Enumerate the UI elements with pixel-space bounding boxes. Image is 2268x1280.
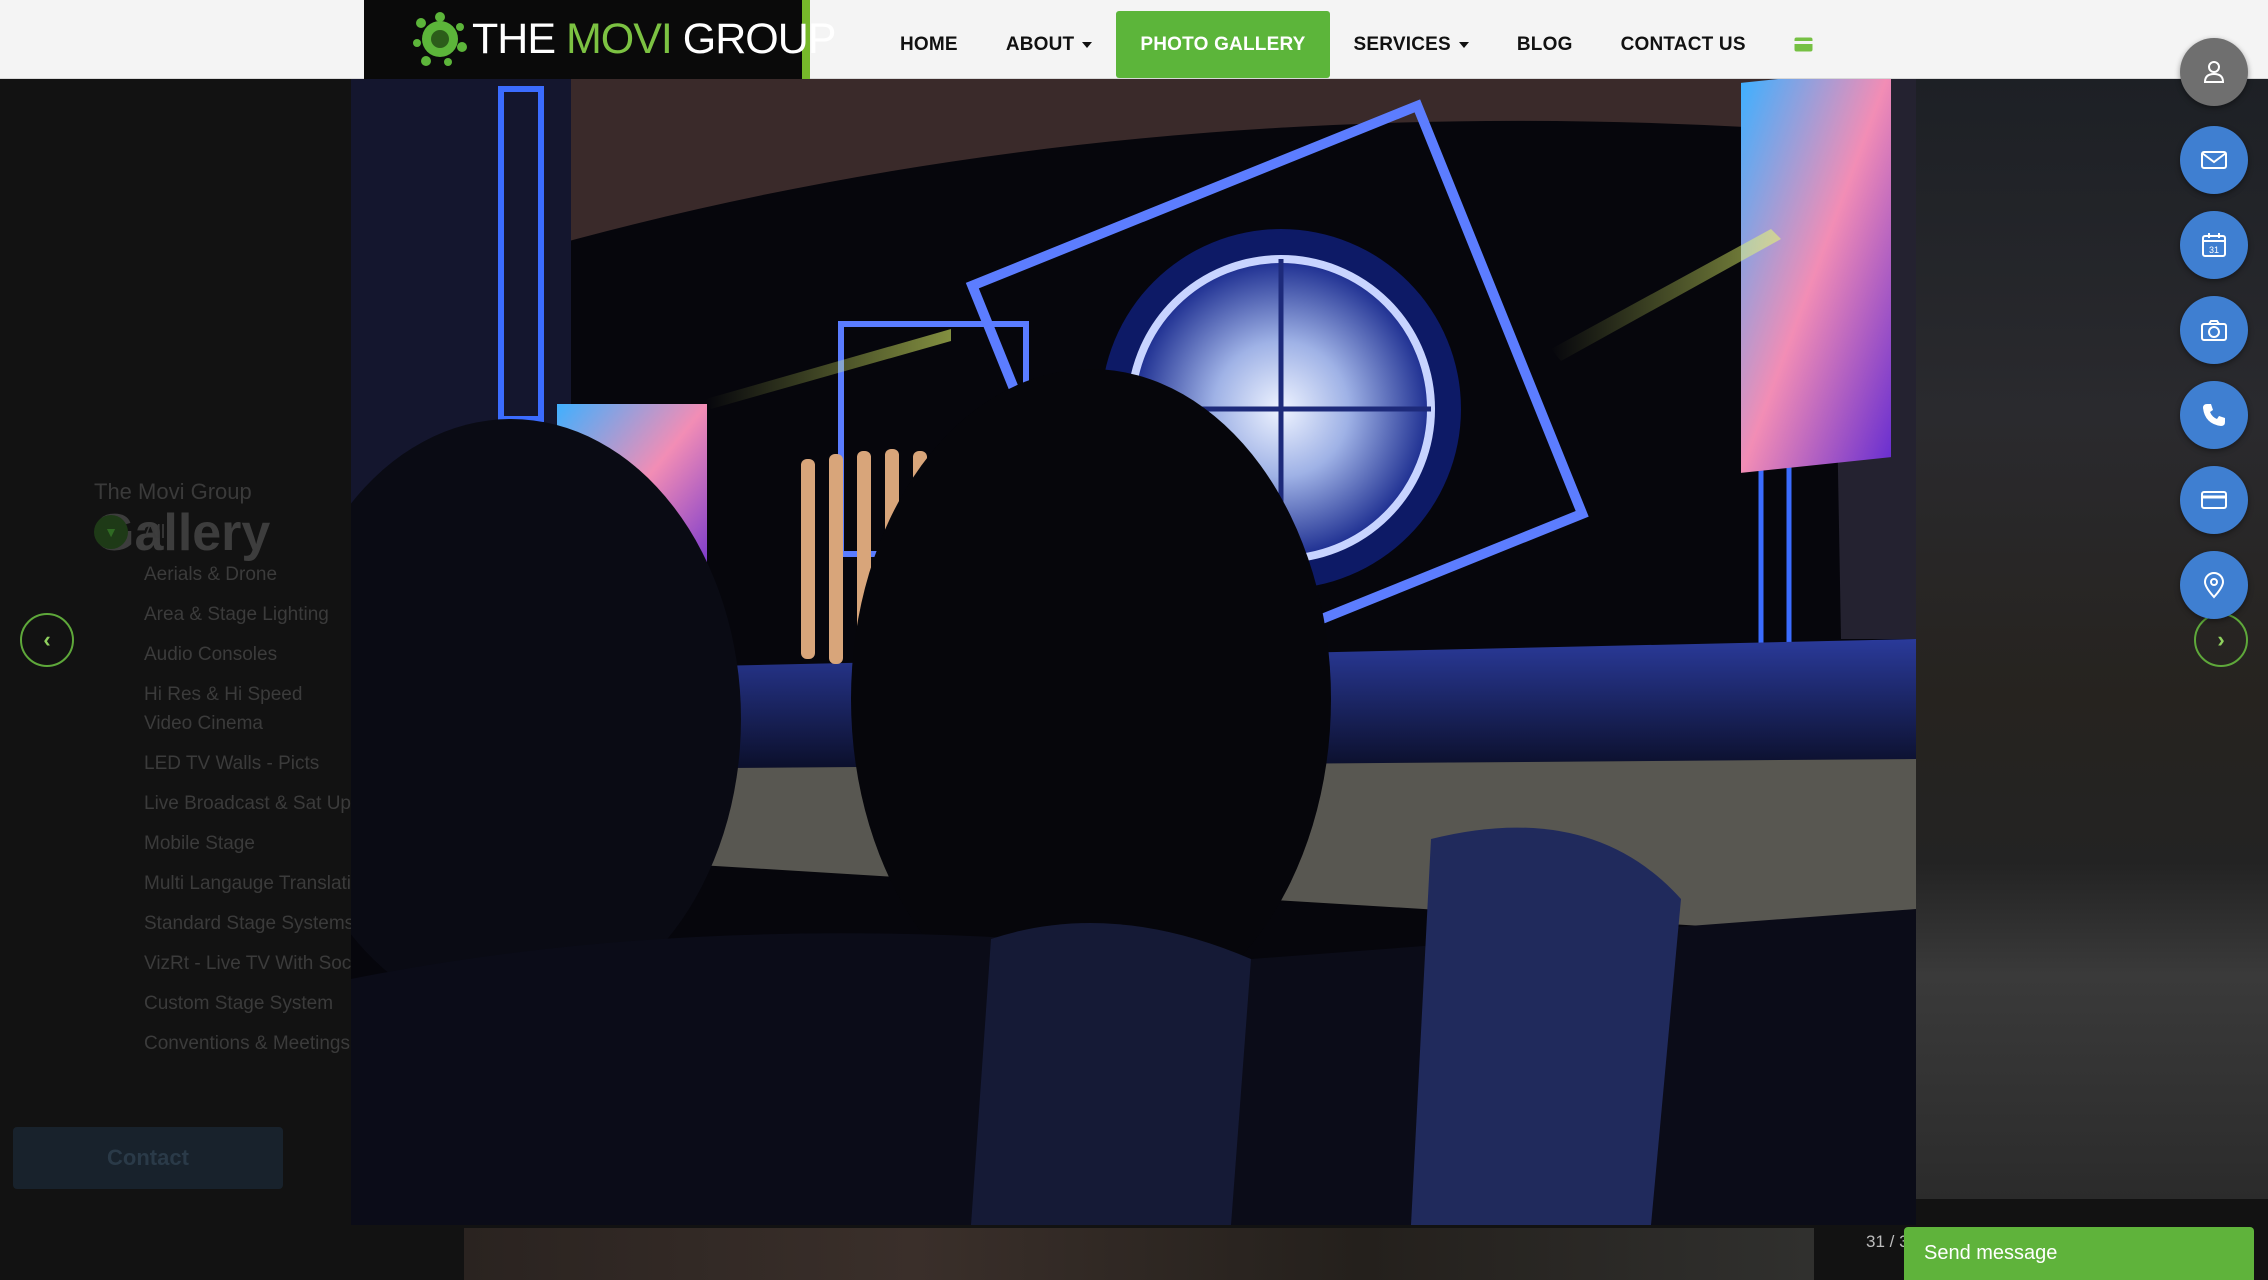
previous-image-button[interactable]: ‹ xyxy=(20,613,74,667)
fab-calendar[interactable]: 31 xyxy=(2180,211,2248,279)
map-pin-icon xyxy=(2203,572,2225,599)
nav-label: HOME xyxy=(900,33,958,55)
nav-label: BLOG xyxy=(1516,33,1573,55)
nav-label: PHOTO GALLERY xyxy=(1140,33,1306,55)
filter-hi-res-video[interactable]: Hi Res & Hi Speed Video Cinema xyxy=(94,680,354,738)
camera-icon xyxy=(2201,320,2227,341)
filter-custom-stage[interactable]: Custom Stage System xyxy=(94,989,354,1018)
filter-all[interactable]: ▼ All xyxy=(94,515,354,549)
site-logo[interactable]: THE MOVI GROUP xyxy=(364,0,836,79)
gallery-subtitle: The Movi Group xyxy=(94,479,252,504)
logo-text-the: THE xyxy=(472,15,566,63)
nav-label: SERVICES xyxy=(1353,33,1451,55)
nav-home[interactable]: HOME xyxy=(876,11,982,78)
send-message-chat-button[interactable]: Send message xyxy=(1904,1227,2254,1280)
chevron-right-icon: › xyxy=(2217,627,2225,652)
logo-splash-icon xyxy=(413,12,467,66)
caret-down-icon xyxy=(1082,41,1093,48)
mail-icon xyxy=(2201,151,2227,169)
filter-aerials[interactable]: Aerials & Drone xyxy=(94,560,354,589)
filter-conventions[interactable]: Conventions & Meetings xyxy=(94,1029,354,1058)
chevron-left-icon: ‹ xyxy=(43,627,51,652)
nav-label: ABOUT xyxy=(1005,33,1075,55)
filter-all-dot-icon: ▼ xyxy=(94,515,128,549)
fab-user[interactable] xyxy=(2180,38,2248,106)
filter-audio-consoles[interactable]: Audio Consoles xyxy=(94,640,354,669)
fab-payment[interactable] xyxy=(2180,466,2248,534)
credit-card-icon xyxy=(2201,491,2227,509)
fab-email[interactable] xyxy=(2180,126,2248,194)
main-menu: HOME ABOUT PHOTO GALLERY SERVICES BLOG C… xyxy=(876,11,1837,78)
filter-live-broadcast[interactable]: Live Broadcast & Sat Up xyxy=(94,789,354,818)
credit-card-icon xyxy=(1794,37,1813,52)
nav-about[interactable]: ABOUT xyxy=(982,11,1117,78)
lightbox-photo xyxy=(351,79,1916,1225)
logo-text: THE MOVI GROUP xyxy=(472,17,836,61)
filter-vizrt[interactable]: VizRt - Live TV With Soc xyxy=(94,949,354,978)
filter-translation[interactable]: Multi Langauge Translati xyxy=(94,869,354,898)
filter-led-tv-walls[interactable]: LED TV Walls - Picts xyxy=(94,749,354,778)
fab-phone[interactable] xyxy=(2180,381,2248,449)
background-thumbnail-strip xyxy=(464,1228,1814,1280)
user-icon xyxy=(2203,61,2225,83)
nav-label: CONTACT US xyxy=(1620,33,1746,55)
nav-payment[interactable] xyxy=(1770,11,1837,78)
slide-counter: 31 / 3 xyxy=(1866,1232,1909,1251)
contact-button[interactable]: Contact xyxy=(13,1127,283,1189)
calendar-icon: 31 xyxy=(2202,233,2226,257)
nav-services[interactable]: SERVICES xyxy=(1330,11,1493,78)
fab-location[interactable] xyxy=(2180,551,2248,619)
stage-scene-image xyxy=(351,79,1916,1225)
top-navbar: THE MOVI GROUP HOME ABOUT PHOTO GALLERY … xyxy=(0,0,2268,79)
nav-contact-us[interactable]: CONTACT US xyxy=(1597,11,1770,78)
filter-mobile-stage[interactable]: Mobile Stage xyxy=(94,829,354,858)
phone-icon xyxy=(2203,404,2225,426)
nav-blog[interactable]: BLOG xyxy=(1493,11,1597,78)
caret-down-icon xyxy=(1458,41,1469,48)
nav-photo-gallery[interactable]: PHOTO GALLERY xyxy=(1116,11,1330,78)
gallery-filter-list: ▼ All Aerials & Drone Area & Stage Light… xyxy=(94,515,354,1069)
filter-stage-lighting[interactable]: Area & Stage Lighting xyxy=(94,600,354,629)
logo-text-group: GROUP xyxy=(671,15,837,63)
logo-text-movi: MOVI xyxy=(565,15,673,63)
filter-label: All xyxy=(144,521,166,543)
fab-camera[interactable] xyxy=(2180,296,2248,364)
calendar-day: 31 xyxy=(2209,245,2219,255)
next-image-button[interactable]: › xyxy=(2194,613,2248,667)
filter-standard-stage[interactable]: Standard Stage Systems xyxy=(94,909,354,938)
